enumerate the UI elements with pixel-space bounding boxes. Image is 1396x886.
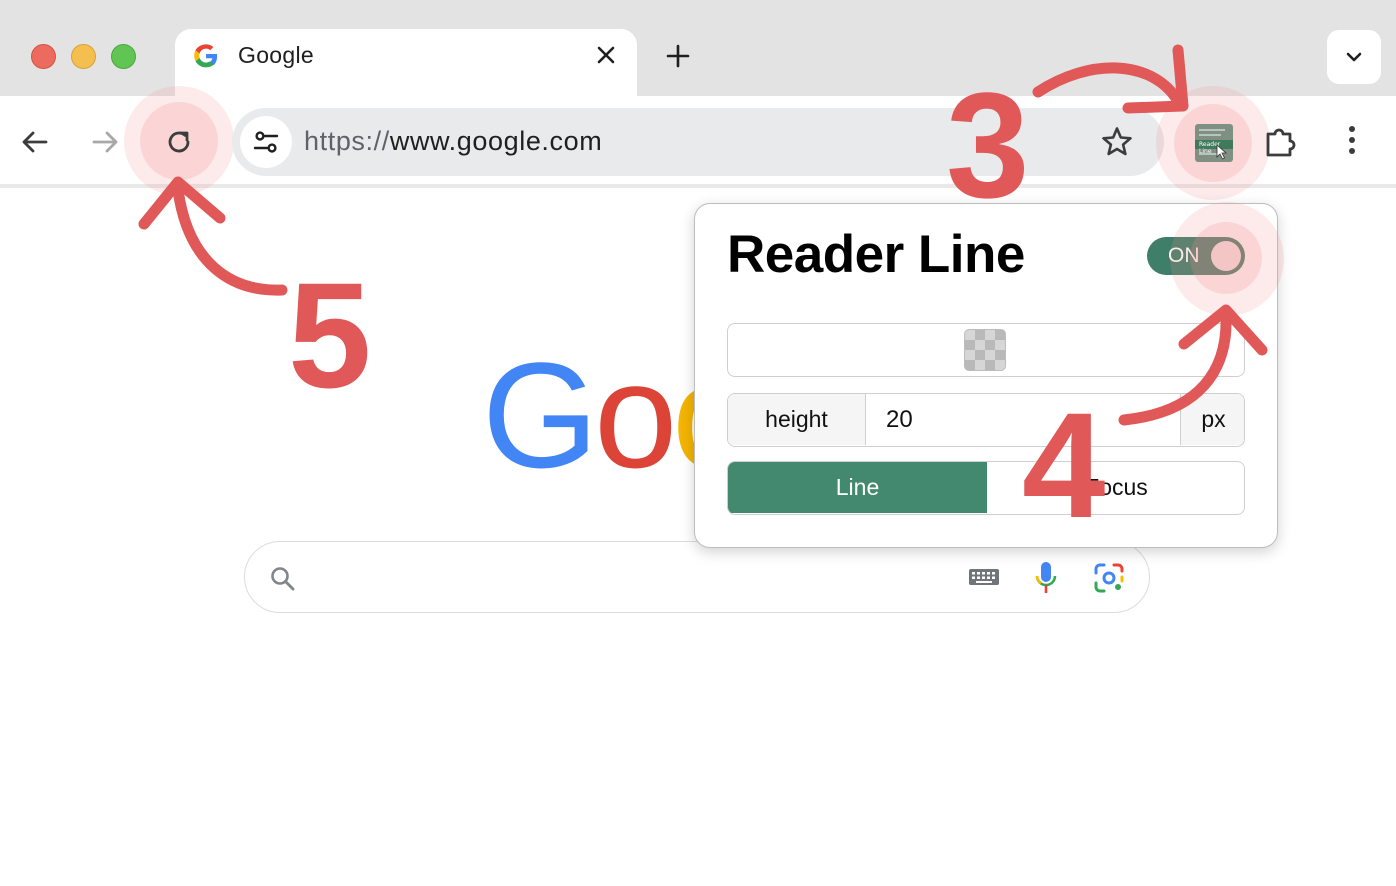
url-text[interactable]: https://www.google.com bbox=[304, 126, 602, 157]
site-info-button[interactable] bbox=[240, 116, 292, 168]
color-picker-field[interactable] bbox=[727, 323, 1245, 377]
height-unit: px bbox=[1180, 394, 1244, 445]
plus-icon[interactable] bbox=[662, 40, 694, 72]
step-4-number: 4 bbox=[1022, 381, 1106, 549]
window-minimize-button[interactable] bbox=[71, 44, 96, 69]
google-favicon-icon bbox=[194, 44, 218, 68]
kebab-menu-icon[interactable] bbox=[1338, 122, 1366, 160]
chevron-down-icon bbox=[1346, 52, 1362, 62]
color-swatch[interactable] bbox=[964, 329, 1006, 371]
tab-search-button[interactable] bbox=[1327, 30, 1381, 84]
popup-title: Reader Line bbox=[727, 225, 1025, 284]
reader-line-extension-icon[interactable]: Reader Line bbox=[1195, 124, 1233, 162]
reload-icon[interactable] bbox=[163, 126, 195, 158]
window-zoom-button[interactable] bbox=[111, 44, 136, 69]
toggle-highlight-inner bbox=[1190, 222, 1262, 294]
camera-lens-icon[interactable] bbox=[1093, 562, 1125, 594]
url-scheme: https:// bbox=[304, 126, 390, 156]
star-icon[interactable] bbox=[1100, 125, 1134, 159]
arrow-right-icon[interactable] bbox=[90, 127, 120, 157]
microphone-icon[interactable] bbox=[1033, 560, 1059, 596]
search-icon bbox=[271, 567, 295, 591]
height-field-group: height 20 px bbox=[727, 393, 1245, 447]
mode-segmented-control: Line Focus bbox=[727, 461, 1245, 515]
tab-title: Google bbox=[238, 42, 314, 68]
keyboard-icon[interactable] bbox=[968, 566, 1000, 588]
google-search-box[interactable] bbox=[244, 541, 1150, 613]
height-label: height bbox=[728, 394, 866, 445]
mode-line-button[interactable]: Line bbox=[728, 462, 987, 513]
tune-icon bbox=[253, 131, 279, 153]
step-5-number: 5 bbox=[288, 251, 372, 419]
browser-title-bar: Google bbox=[0, 0, 1396, 99]
logo-letter-o1: o bbox=[594, 331, 678, 499]
puzzle-icon[interactable] bbox=[1262, 122, 1300, 160]
url-host: www.google.com bbox=[389, 126, 603, 156]
logo-letter-g: G bbox=[482, 331, 599, 499]
step-3-number: 3 bbox=[946, 61, 1030, 229]
cursor-icon bbox=[1216, 144, 1228, 160]
window-close-button[interactable] bbox=[31, 44, 56, 69]
browser-tab-google[interactable]: Google bbox=[175, 29, 637, 99]
arrow-left-icon[interactable] bbox=[20, 127, 50, 157]
close-icon[interactable] bbox=[593, 42, 619, 68]
